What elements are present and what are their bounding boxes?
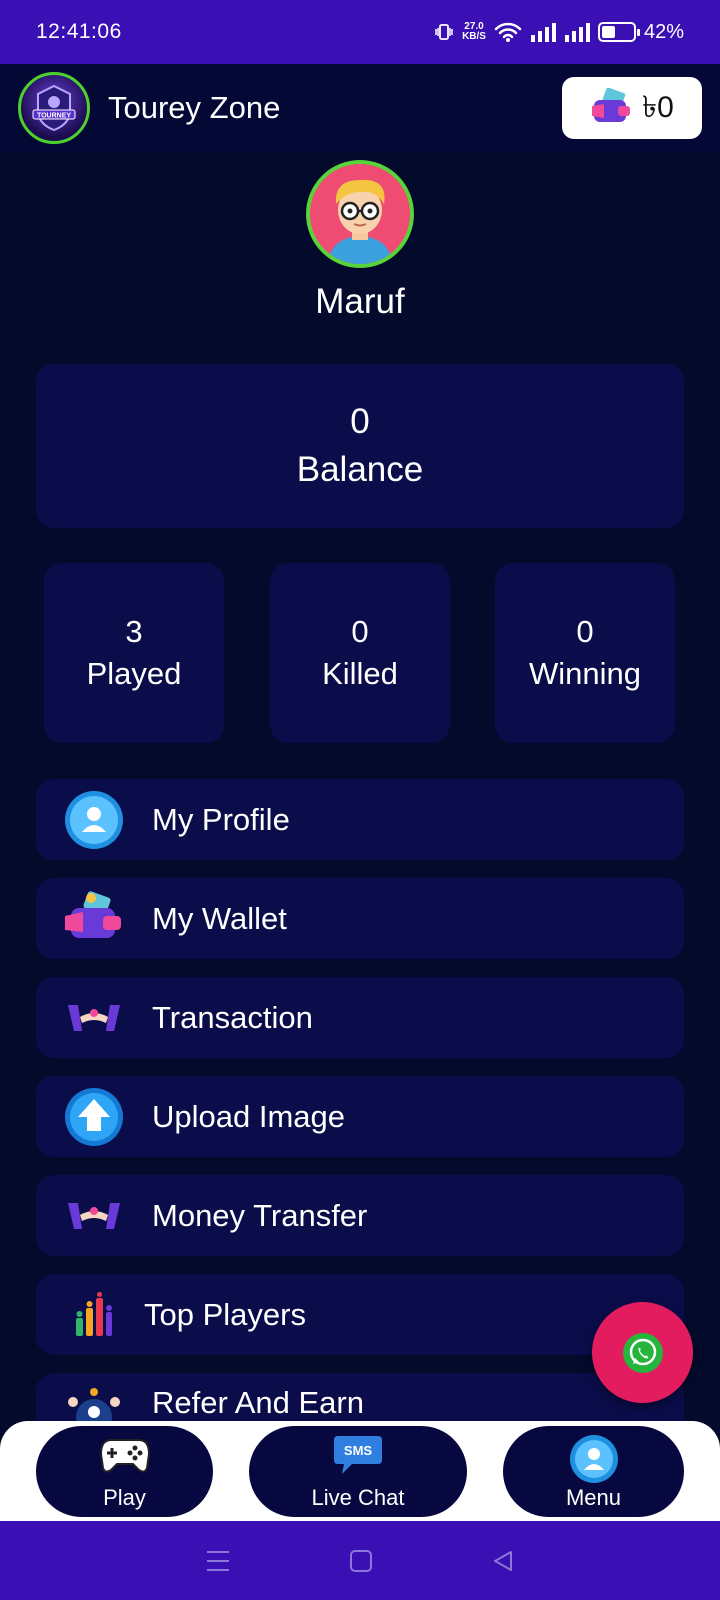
app-logo[interactable]: TOURNEY [18,72,90,144]
menu-item-label: My Profile [152,801,290,837]
stat-card-played: 3 Played [44,563,224,743]
nav-play-button[interactable]: Play [36,1426,213,1517]
menu-item-my-profile[interactable]: My Profile [36,779,684,860]
whatsapp-icon [622,1332,663,1373]
signal-icon-1 [530,23,556,42]
menu-profile-icon [569,1435,618,1483]
profile-section: Maruf [0,160,720,322]
nav-menu-button[interactable]: Menu [503,1426,684,1517]
profile-icon [65,790,123,849]
stat-value: 0 [576,614,594,649]
nav-live-chat-label: Live Chat [311,1485,405,1510]
svg-text:TOURNEY: TOURNEY [37,113,71,120]
user-avatar-icon [310,164,410,264]
username: Maruf [315,282,405,321]
battery-icon [597,22,640,42]
svg-text:SMS: SMS [344,1443,373,1458]
stat-card-killed: 0 Killed [270,563,450,743]
menu-item-label: Upload Image [152,1098,346,1134]
network-speed: 27.0 KB/S [462,21,486,42]
header-wallet-button[interactable]: ৳0 [562,77,702,139]
balance-label: Balance [296,450,424,489]
menu-item-label: Refer And Earn [152,1385,364,1420]
signal-icon-2 [564,23,590,42]
status-time: 12:41:06 [36,20,122,43]
money-transfer-icon [68,1202,120,1229]
wallet-amount: ৳0 [642,90,674,124]
vibrate-icon [435,24,453,40]
system-nav-bar [0,1521,720,1600]
menu-item-label: Money Transfer [152,1197,368,1233]
nav-menu-label: Menu [565,1485,622,1510]
status-bar: 12:41:06 27.0 KB/S 42% [0,0,720,64]
back-icon[interactable] [491,1549,515,1573]
wallet-icon [65,890,121,938]
balance-value: 0 [350,402,370,441]
menu-item-label: Top Players [144,1296,306,1332]
avatar[interactable] [306,160,414,268]
menu-item-label: My Wallet [152,900,287,936]
balance-card: 0 Balance [36,364,684,528]
top-players-icon [76,1291,112,1336]
app-header: TOURNEY Tourey Zone ৳0 [0,64,720,152]
transaction-icon [68,1004,120,1031]
upload-icon [65,1087,123,1146]
menu-item-upload-image[interactable]: Upload Image [36,1076,684,1157]
stat-value: 3 [125,614,143,649]
status-icons: 27.0 KB/S 42% [434,21,684,44]
menu-item-label: Transaction [152,999,313,1035]
stat-label: Winning [529,656,641,691]
sms-chat-icon: SMS [334,1436,382,1474]
stat-value: 0 [351,614,369,649]
nav-live-chat-button[interactable]: SMS Live Chat [249,1426,467,1517]
bottom-nav: Play SMS Live Chat Menu [0,1421,720,1521]
battery-percent: 42% [643,20,684,43]
tourney-logo-icon: TOURNEY [32,84,76,132]
stat-label: Played [86,656,182,691]
gamepad-icon [99,1439,150,1473]
home-icon[interactable] [349,1549,373,1573]
nav-play-label: Play [103,1485,146,1510]
recents-icon[interactable] [205,1549,231,1573]
app-title: Tourey Zone [108,90,281,125]
whatsapp-button[interactable] [592,1302,693,1403]
wifi-icon [494,22,522,42]
menu-item-top-players[interactable]: Top Players [36,1274,684,1355]
stat-label: Killed [322,656,398,691]
menu-item-money-transfer[interactable]: Money Transfer [36,1175,684,1256]
stat-card-winning: 0 Winning [495,563,675,743]
menu-item-my-wallet[interactable]: My Wallet [36,878,684,959]
wallet-icon [592,88,631,122]
menu-item-transaction[interactable]: Transaction [36,977,684,1058]
